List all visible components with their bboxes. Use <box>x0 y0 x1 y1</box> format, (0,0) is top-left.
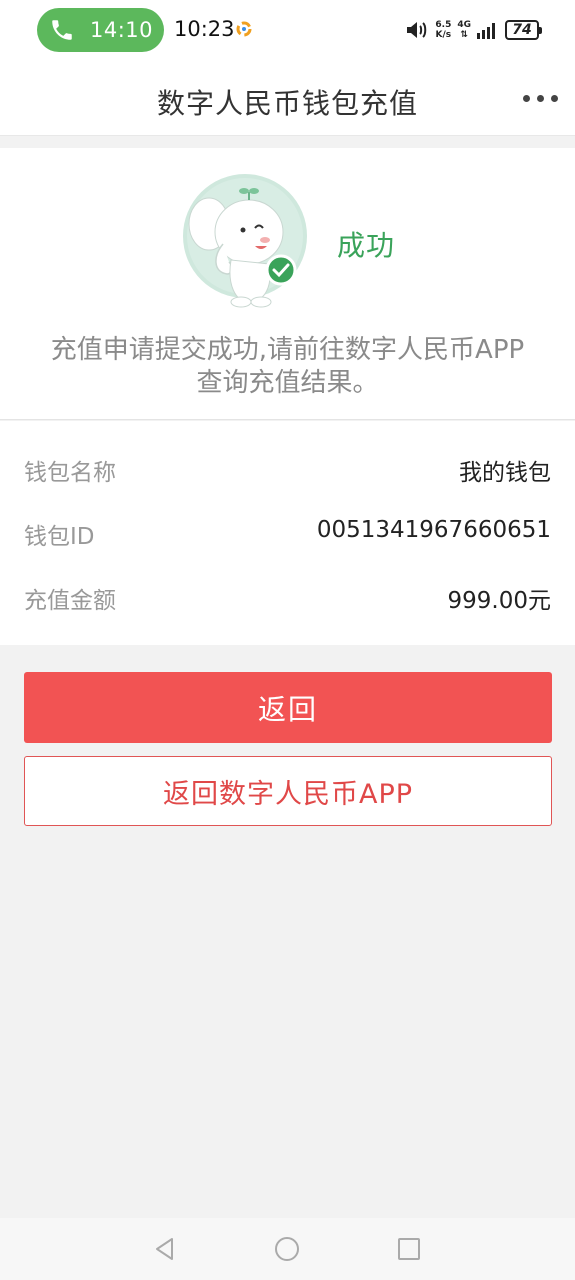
system-nav-bar <box>0 1218 575 1280</box>
status-icons: 6.5 K/s 4G ⇅ 74 <box>405 16 542 44</box>
recharge-details: 钱包名称 我的钱包 钱包ID 0051341967660651 充值金额 999… <box>0 421 575 645</box>
detail-value: 0051341967660651 <box>316 517 551 543</box>
app-notification-icon <box>236 21 252 37</box>
signal-icon <box>477 23 495 39</box>
network-type: 4G ⇅ <box>457 20 471 40</box>
detail-label: 钱包名称 <box>24 460 116 486</box>
net-speed: 6.5 K/s <box>435 20 452 40</box>
detail-value: 我的钱包 <box>459 460 551 486</box>
recents-square-icon[interactable] <box>396 1236 422 1262</box>
result-card: 成功 充值申请提交成功,请前往数字人民币APP 查询充值结果。 <box>0 148 575 420</box>
detail-row-amount: 充值金额 999.00元 <box>24 575 551 615</box>
result-status: 成功 <box>337 229 396 262</box>
clock: 10:23 <box>174 17 235 41</box>
back-button[interactable]: 返回 <box>24 672 552 743</box>
back-to-app-button[interactable]: 返回数字人民币APP <box>24 756 552 826</box>
speaker-icon <box>407 22 427 38</box>
detail-label: 钱包ID <box>24 524 95 550</box>
detail-label: 充值金额 <box>24 588 116 614</box>
more-icon[interactable] <box>523 86 559 110</box>
nav-bar: 数字人民币钱包充值 <box>0 62 575 136</box>
call-duration: 14:10 <box>90 18 154 42</box>
phone-icon <box>52 20 72 40</box>
back-triangle-icon[interactable] <box>152 1236 178 1262</box>
ongoing-call-pill[interactable]: 14:10 <box>37 8 164 52</box>
result-message: 充值申请提交成功,请前往数字人民币APP 查询充值结果。 <box>50 335 525 398</box>
page: 14:10 10:23 6.5 K/s 4G ⇅ 74 数字人民币钱包充值 成功… <box>0 0 575 1280</box>
check-badge-icon <box>265 254 297 286</box>
detail-row-wallet-id: 钱包ID 0051341967660651 <box>24 511 551 551</box>
page-title: 数字人民币钱包充值 <box>156 87 418 120</box>
detail-row-wallet-name: 钱包名称 我的钱包 <box>24 447 551 487</box>
detail-value: 999.00元 <box>447 588 551 614</box>
mascot-elephant <box>183 174 307 308</box>
status-bar: 14:10 10:23 6.5 K/s 4G ⇅ 74 <box>0 0 575 62</box>
home-circle-icon[interactable] <box>274 1236 300 1262</box>
battery-indicator: 74 <box>505 20 542 40</box>
